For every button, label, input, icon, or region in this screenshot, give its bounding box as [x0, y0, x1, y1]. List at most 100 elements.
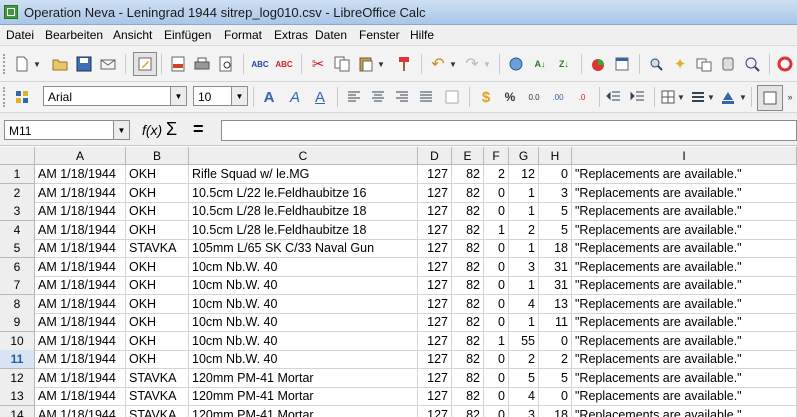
cell-h2[interactable]: 3 [539, 184, 572, 203]
cell-h4[interactable]: 5 [539, 221, 572, 240]
cell-i3[interactable]: "Replacements are available." [572, 202, 797, 221]
cell-a5[interactable]: AM 1/18/1944 [35, 239, 126, 258]
borders-dropdown-icon[interactable]: ▼ [676, 87, 686, 107]
cell-d9[interactable]: 127 [418, 313, 452, 332]
chevron-down-icon[interactable]: ▼ [113, 121, 129, 139]
autospellcheck-icon[interactable]: ABC [274, 54, 294, 74]
cell-c9[interactable]: 10cm Nb.W. 40 [189, 313, 418, 332]
export-pdf-icon[interactable] [168, 54, 188, 74]
cell-g5[interactable]: 1 [509, 239, 539, 258]
cut-icon[interactable]: ✂ [308, 54, 328, 74]
align-center-icon[interactable] [368, 87, 388, 107]
menu-datei[interactable]: Datei [6, 28, 34, 42]
cell-h11[interactable]: 2 [539, 350, 572, 369]
menu-daten[interactable]: Daten [315, 28, 347, 42]
chevron-down-icon[interactable]: ▼ [231, 87, 247, 105]
cell-a2[interactable]: AM 1/18/1944 [35, 184, 126, 203]
column-header-g[interactable]: G [509, 147, 539, 165]
styles-formatting-icon[interactable] [12, 87, 32, 107]
cell-d8[interactable]: 127 [418, 295, 452, 314]
cell-h6[interactable]: 31 [539, 258, 572, 277]
row-header-14[interactable]: 14 [0, 406, 35, 417]
cell-e7[interactable]: 82 [452, 276, 484, 295]
pivot-table-icon[interactable] [612, 54, 632, 74]
column-header-b[interactable]: B [126, 147, 189, 165]
email-icon[interactable] [98, 54, 118, 74]
formula-input[interactable] [221, 120, 797, 141]
function-icon[interactable]: = [193, 119, 204, 140]
more-options-icon[interactable]: » [785, 87, 795, 107]
cell-e1[interactable]: 82 [452, 165, 484, 184]
cell-i13[interactable]: "Replacements are available." [572, 387, 797, 406]
cell-a11[interactable]: AM 1/18/1944 [35, 350, 126, 369]
cell-e11[interactable]: 82 [452, 350, 484, 369]
merge-cells-icon[interactable] [442, 87, 462, 107]
row-header-8[interactable]: 8 [0, 295, 35, 314]
copy-icon[interactable] [332, 54, 352, 74]
cell-h5[interactable]: 18 [539, 239, 572, 258]
cell-f3[interactable]: 0 [484, 202, 509, 221]
font-name-combo[interactable]: Arial ▼ [43, 86, 187, 106]
cell-d11[interactable]: 127 [418, 350, 452, 369]
cell-b10[interactable]: OKH [126, 332, 189, 351]
cell-a13[interactable]: AM 1/18/1944 [35, 387, 126, 406]
percent-format-icon[interactable]: % [500, 87, 520, 107]
cell-d10[interactable]: 127 [418, 332, 452, 351]
cell-i9[interactable]: "Replacements are available." [572, 313, 797, 332]
cell-g6[interactable]: 3 [509, 258, 539, 277]
delete-decimal-icon[interactable]: .0 [572, 87, 592, 107]
navigator-icon[interactable]: ✦ [670, 54, 690, 74]
cell-c5[interactable]: 105mm L/65 SK C/33 Naval Gun [189, 239, 418, 258]
cell-h1[interactable]: 0 [539, 165, 572, 184]
increase-indent-icon[interactable] [628, 87, 648, 107]
undo-dropdown-icon[interactable]: ▼ [448, 54, 458, 74]
cell-a4[interactable]: AM 1/18/1944 [35, 221, 126, 240]
decrease-indent-icon[interactable] [604, 87, 624, 107]
cell-e13[interactable]: 82 [452, 387, 484, 406]
cell-b13[interactable]: STAVKA [126, 387, 189, 406]
cell-b8[interactable]: OKH [126, 295, 189, 314]
chevron-down-icon[interactable]: ▼ [170, 87, 186, 105]
add-decimal-icon[interactable]: .00 [548, 87, 568, 107]
line-style-icon[interactable] [688, 87, 708, 107]
column-header-i[interactable]: I [572, 147, 797, 165]
background-color-dropdown-icon[interactable]: ▼ [738, 87, 748, 107]
cell-d3[interactable]: 127 [418, 202, 452, 221]
cell-g7[interactable]: 1 [509, 276, 539, 295]
bold-icon[interactable]: A [259, 87, 279, 107]
cell-f6[interactable]: 0 [484, 258, 509, 277]
row-header-13[interactable]: 13 [0, 387, 35, 406]
row-header-2[interactable]: 2 [0, 184, 35, 203]
cell-a9[interactable]: AM 1/18/1944 [35, 313, 126, 332]
cell-i7[interactable]: "Replacements are available." [572, 276, 797, 295]
menu-ansicht[interactable]: Ansicht [113, 28, 152, 42]
cell-g14[interactable]: 3 [509, 406, 539, 417]
redo-dropdown-icon[interactable]: ▼ [482, 54, 492, 74]
cell-f14[interactable]: 0 [484, 406, 509, 417]
background-color-icon[interactable] [718, 87, 738, 107]
menu-hilfe[interactable]: Hilfe [410, 28, 434, 42]
cell-e14[interactable]: 82 [452, 406, 484, 417]
cell-f12[interactable]: 0 [484, 369, 509, 388]
cell-f11[interactable]: 0 [484, 350, 509, 369]
cell-d2[interactable]: 127 [418, 184, 452, 203]
cell-d12[interactable]: 127 [418, 369, 452, 388]
cell-b14[interactable]: STAVKA [126, 406, 189, 417]
italic-icon[interactable]: A [285, 87, 305, 107]
cell-h7[interactable]: 31 [539, 276, 572, 295]
cell-a8[interactable]: AM 1/18/1944 [35, 295, 126, 314]
redo-icon[interactable]: ↷ [462, 54, 482, 74]
cell-g3[interactable]: 1 [509, 202, 539, 221]
cell-c4[interactable]: 10.5cm L/28 le.Feldhaubitze 18 [189, 221, 418, 240]
toggle-grid-icon[interactable] [757, 85, 783, 111]
toolbar-grip[interactable] [3, 54, 9, 74]
row-header-1[interactable]: 1 [0, 165, 35, 184]
cell-i11[interactable]: "Replacements are available." [572, 350, 797, 369]
cell-d1[interactable]: 127 [418, 165, 452, 184]
row-header-3[interactable]: 3 [0, 202, 35, 221]
cell-f1[interactable]: 2 [484, 165, 509, 184]
cell-c2[interactable]: 10.5cm L/22 le.Feldhaubitze 16 [189, 184, 418, 203]
column-header-e[interactable]: E [452, 147, 484, 165]
cell-c1[interactable]: Rifle Squad w/ le.MG [189, 165, 418, 184]
cell-a3[interactable]: AM 1/18/1944 [35, 202, 126, 221]
